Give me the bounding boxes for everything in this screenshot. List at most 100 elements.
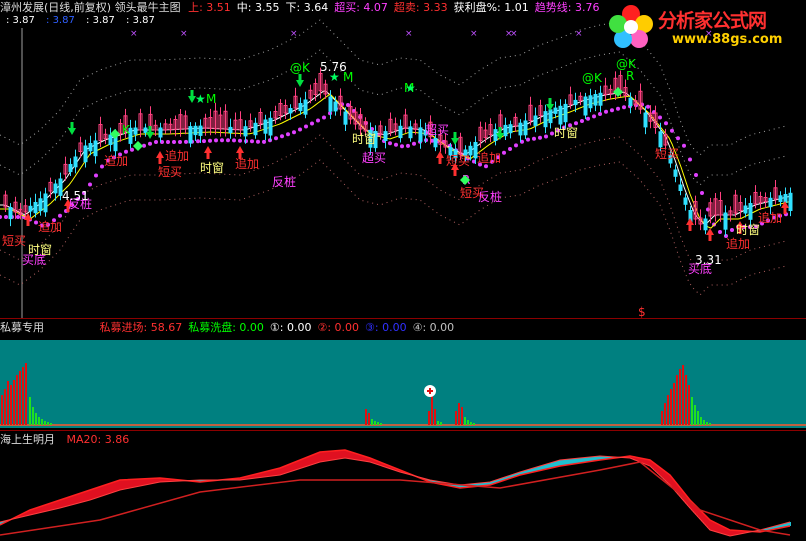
trend-dot: [214, 138, 218, 143]
trend-dot: [262, 139, 266, 144]
candle-body: [518, 122, 523, 136]
private-fund-wash-bar: [697, 411, 699, 425]
trend-dot: [514, 143, 518, 148]
private-fund-entry-bar: [673, 383, 675, 425]
trend-dot: [4, 215, 8, 219]
trend-dot: [694, 173, 698, 177]
candle-body: [253, 122, 258, 136]
candle-body: [553, 107, 558, 114]
candle-body: [678, 184, 683, 191]
chart-annotation-label: 时窗: [352, 132, 376, 146]
logo-title: 分析家公式网: [658, 10, 767, 32]
main-chart-panel[interactable]: ×××××××××××短买时窗买底追加反桩4.51追加K追加短买时窗追加反桩MM…: [0, 0, 806, 318]
candle-body: [543, 111, 548, 128]
chart-annotation-label: 追加: [104, 153, 128, 168]
x-marker: ×: [130, 29, 138, 39]
private-fund-panel[interactable]: 私募专用 私募进场: 58.67 私募洗盘: 0.00 ①: 0.00 ②: 0.00…: [0, 318, 806, 430]
candle-body: [743, 205, 748, 214]
private-fund-entry-bar: [434, 409, 436, 425]
trend-dot: [610, 108, 614, 113]
chart-annotation-label: 时窗: [200, 161, 224, 175]
header-param-3: 超买: 4.07: [334, 1, 388, 14]
sub-value-1: : 3.87: [6, 15, 35, 26]
private-fund-header: 私募专用 私募进场: 58.67 私募洗盘: 0.00 ①: 0.00 ②: 0.00…: [0, 320, 460, 335]
header-param-6: 趋势线: 3.76: [534, 1, 600, 14]
trend-dot: [700, 191, 704, 195]
private-fund-wash-bar: [50, 423, 52, 425]
trend-dot: [220, 138, 224, 143]
candle-body: [783, 194, 788, 203]
candle-body: [303, 99, 308, 115]
candle-body: [673, 169, 678, 177]
private-fund-entry-bar: [661, 411, 663, 425]
indicator-params: 上: 3.51 中: 3.55 下: 3.64 超买: 4.07 超卖: 3.33 获利盘…: [188, 1, 605, 14]
candle-body: [433, 138, 438, 148]
private-fund-wash-bar: [464, 417, 466, 425]
x-marker: ×: [510, 29, 518, 39]
private-fund-entry-bar: [670, 389, 672, 425]
candle-body: [328, 96, 333, 112]
candle-body: [778, 195, 783, 203]
private-fund-entry-bar: [13, 380, 15, 425]
red-arrow-icon: [781, 201, 789, 214]
candle-body: [418, 127, 423, 142]
trend-dot: [0, 215, 2, 219]
private-fund-entry-bar: [461, 407, 463, 425]
trend-dot: [178, 140, 182, 144]
candle-body: [573, 99, 578, 106]
private-fund-entry-bar: [7, 381, 9, 425]
private-fund-wash-bar: [38, 417, 40, 425]
header-param-2: 下: 3.64: [285, 1, 329, 14]
private-fund-entry-bar: [16, 375, 18, 425]
candle-body: [38, 198, 43, 212]
private-fund-wash-bar: [374, 421, 376, 425]
trend-dot: [226, 138, 230, 143]
sub-value-4: : 3.87: [126, 15, 155, 26]
private-fund-entry-bar: [368, 413, 370, 425]
chart-annotation-label: 追加: [726, 236, 750, 251]
private-fund-entry-bar: [10, 385, 12, 425]
candle-body: [108, 134, 113, 145]
candle-body: [28, 205, 33, 212]
candle-body: [723, 212, 728, 230]
private-fund-wash-bar: [44, 421, 46, 425]
moon-panel[interactable]: 海上生明月 MA20: 3.86: [0, 430, 806, 541]
private-fund-wash-bar: [709, 423, 711, 425]
trend-dot: [250, 139, 254, 144]
chart-annotation-label: 短买: [2, 234, 26, 248]
private-fund-param-0: 私募进场: 58.67: [99, 321, 183, 334]
chart-annotation-label: 追加: [477, 150, 501, 165]
candle-body: [333, 101, 338, 112]
trend-dot: [544, 134, 548, 139]
candle-body: [408, 126, 413, 139]
trend-dot: [274, 136, 278, 141]
private-fund-wash-bar: [706, 422, 708, 425]
private-fund-wash-bar: [32, 407, 34, 425]
candle-body: [593, 94, 598, 106]
private-fund-entry-bar: [664, 403, 666, 425]
chart-annotation-label: 短买: [655, 147, 679, 161]
private-fund-entry-bar: [685, 375, 687, 425]
chart-annotation-label: 追加: [758, 210, 782, 225]
trend-dot: [88, 182, 92, 187]
trend-dot: [604, 109, 608, 114]
candle-body: [768, 197, 773, 208]
trend-dot: [406, 143, 410, 148]
trend-dot: [298, 127, 302, 132]
private-fund-entry-bar: [667, 395, 669, 425]
private-fund-entry-bar: [676, 375, 678, 425]
trend-dot: [508, 147, 512, 151]
x-marker: ×: [405, 29, 413, 39]
trend-dot: [688, 157, 692, 162]
private-fund-wash-bar: [380, 423, 382, 425]
private-fund-wash-bar: [703, 420, 705, 425]
candle-body: [88, 143, 93, 152]
private-fund-param-1: 私募洗盘: 0.00: [188, 321, 264, 334]
sub-value-2: : 3.87: [46, 15, 75, 26]
candle-body: [133, 127, 138, 135]
candle-body: [563, 103, 568, 123]
candle-body: [83, 145, 88, 163]
x-marker: ×: [575, 29, 583, 39]
trend-dot: [574, 121, 578, 126]
private-fund-wash-bar: [47, 422, 49, 425]
